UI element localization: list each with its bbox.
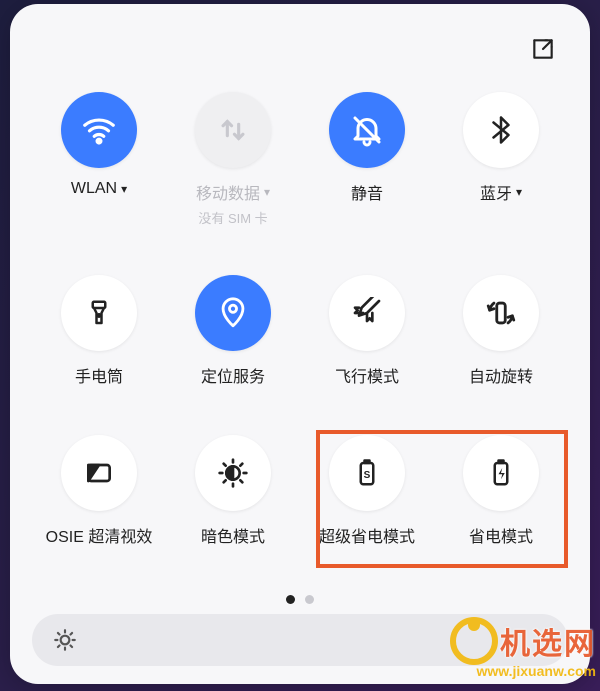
tile-airplane: 飞行模式 <box>300 275 434 387</box>
tile-darkmode: 暗色模式 <box>166 435 300 547</box>
tile-label: 超级省电模式 <box>319 523 415 547</box>
location-pin-icon <box>216 296 250 330</box>
dark-mode-icon <box>217 457 249 489</box>
darkmode-toggle[interactable] <box>195 435 271 511</box>
quick-settings-panel: WLAN▾ 移动数据▾ 没有 SIM 卡 静音 <box>10 4 590 684</box>
battery-s-icon: S <box>352 458 382 488</box>
chevron-down-icon: ▾ <box>121 182 127 196</box>
tile-label: OSIE 超清视效 <box>46 523 153 547</box>
airplane-toggle[interactable] <box>329 275 405 351</box>
wifi-icon <box>80 111 118 149</box>
page-dot[interactable] <box>286 595 295 604</box>
osie-toggle[interactable] <box>61 435 137 511</box>
brightness-icon <box>52 627 78 653</box>
tile-location: 定位服务 <box>166 275 300 387</box>
tile-label: 省电模式 <box>469 523 533 547</box>
flashlight-icon <box>84 298 114 328</box>
autorotate-toggle[interactable] <box>463 275 539 351</box>
rotate-icon <box>484 296 518 330</box>
svg-text:S: S <box>364 470 371 481</box>
tile-powersave: 省电模式 <box>434 435 568 547</box>
edit-icon <box>530 36 556 62</box>
tile-torch: 手电筒 <box>32 275 166 387</box>
chevron-down-icon: ▾ <box>516 185 522 199</box>
tile-ultrasave: S 超级省电模式 <box>300 435 434 547</box>
tile-wlan: WLAN▾ <box>32 92 166 227</box>
bluetooth-icon <box>486 115 516 145</box>
battery-bolt-icon <box>486 458 516 488</box>
chevron-down-icon: ▾ <box>264 185 270 199</box>
mute-toggle[interactable] <box>329 92 405 168</box>
tile-label[interactable]: 移动数据▾ <box>196 180 270 204</box>
wlan-toggle[interactable] <box>61 92 137 168</box>
bluetooth-toggle[interactable] <box>463 92 539 168</box>
data-toggle[interactable] <box>195 92 271 168</box>
torch-toggle[interactable] <box>61 275 137 351</box>
airplane-icon <box>351 297 383 329</box>
page-indicator <box>286 595 314 604</box>
tile-label: 定位服务 <box>201 363 265 387</box>
location-toggle[interactable] <box>195 275 271 351</box>
tile-sublabel: 没有 SIM 卡 <box>198 208 267 227</box>
contrast-square-icon <box>83 457 115 489</box>
tile-label[interactable]: WLAN▾ <box>71 180 127 198</box>
edit-button[interactable] <box>528 34 558 64</box>
powersave-toggle[interactable] <box>463 435 539 511</box>
bell-off-icon <box>349 112 385 148</box>
tile-bt: 蓝牙▾ <box>434 92 568 227</box>
tile-osie: OSIE 超清视效 <box>32 435 166 547</box>
tile-label: 自动旋转 <box>469 363 533 387</box>
tile-label: 暗色模式 <box>201 523 265 547</box>
tile-label[interactable]: 蓝牙▾ <box>480 180 522 204</box>
tile-mute: 静音 <box>300 92 434 227</box>
ultrasave-toggle[interactable]: S <box>329 435 405 511</box>
tile-label: 手电筒 <box>75 363 123 387</box>
page-dot[interactable] <box>305 595 314 604</box>
data-arrows-icon <box>216 113 250 147</box>
tiles-grid: WLAN▾ 移动数据▾ 没有 SIM 卡 静音 <box>32 92 568 547</box>
tile-data: 移动数据▾ 没有 SIM 卡 <box>166 92 300 227</box>
tile-autorotate: 自动旋转 <box>434 275 568 387</box>
tile-label: 静音 <box>351 180 383 204</box>
tile-label: 飞行模式 <box>335 363 399 387</box>
brightness-slider[interactable] <box>32 614 568 666</box>
